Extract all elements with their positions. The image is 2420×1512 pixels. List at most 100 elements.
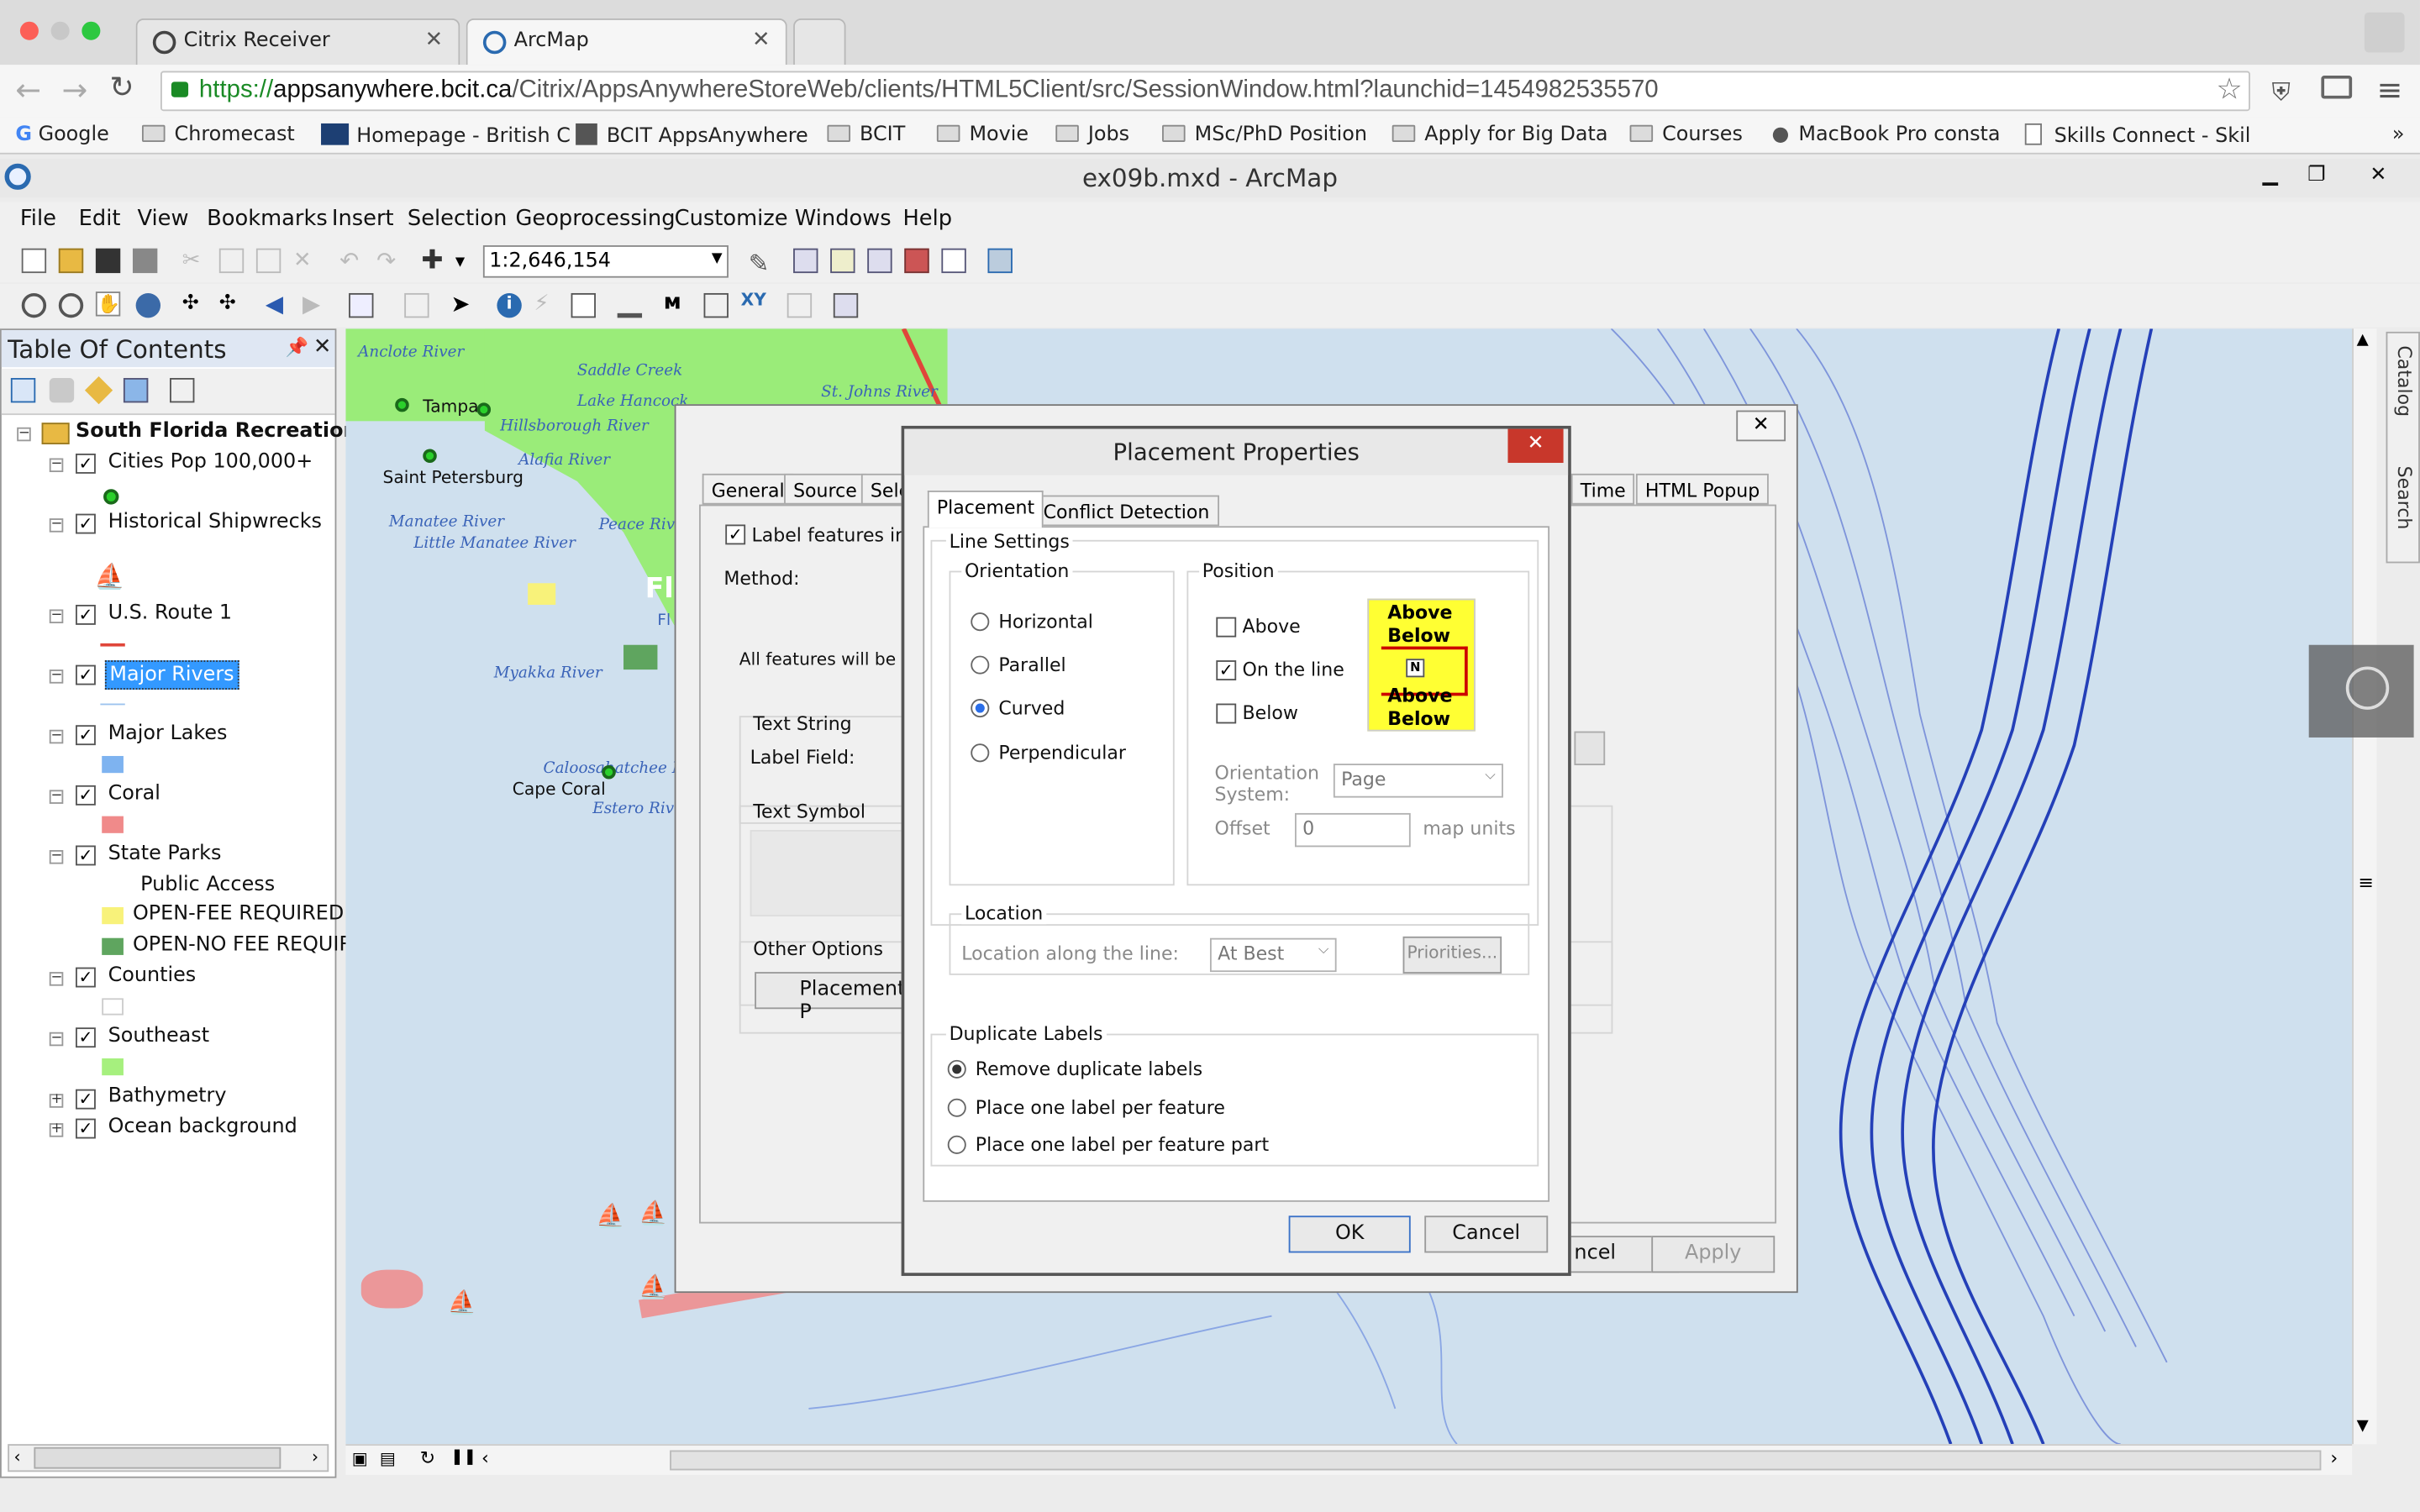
- menu-selection[interactable]: Selection: [408, 207, 508, 231]
- delete-icon[interactable]: ✕: [293, 249, 318, 273]
- one-per-part-radio[interactable]: [947, 1135, 966, 1154]
- add-data-icon[interactable]: ✚: [421, 245, 445, 276]
- pin-icon[interactable]: 📌: [286, 336, 308, 358]
- collapse-icon[interactable]: −: [49, 609, 64, 624]
- forward-extent-icon[interactable]: ▶: [302, 290, 327, 318]
- bookmark-star-icon[interactable]: ☆: [2216, 72, 2242, 108]
- layer-parks[interactable]: State Parks: [108, 843, 222, 866]
- select-features-icon[interactable]: [349, 292, 374, 318]
- menu-insert[interactable]: Insert: [332, 207, 394, 231]
- collapse-icon[interactable]: −: [49, 458, 64, 473]
- tab-source[interactable]: Source: [784, 473, 866, 505]
- map-vertical-scrollbar[interactable]: ▲ ≡ ▼: [2352, 328, 2377, 1445]
- refresh-icon[interactable]: ↻: [420, 1447, 435, 1469]
- layer-visibility-checkbox[interactable]: ✓: [75, 1089, 96, 1110]
- bookmark-skills-connect[interactable]: Skills Connect - Skil: [2024, 123, 2250, 148]
- scroll-thumb[interactable]: [670, 1450, 2322, 1471]
- layer-route[interactable]: U.S. Route 1: [108, 601, 233, 625]
- close-toc-icon[interactable]: ✕: [313, 335, 332, 360]
- bookmark-appsanywhere[interactable]: BCIT AppsAnywhere: [576, 123, 808, 148]
- layer-visibility-checkbox[interactable]: ✓: [75, 453, 96, 474]
- layer-ocean[interactable]: Ocean background: [108, 1116, 297, 1139]
- layer-cities[interactable]: Cities Pop 100,000+: [108, 450, 313, 474]
- scroll-left-icon[interactable]: ‹: [481, 1447, 489, 1469]
- tab-time[interactable]: Time: [1570, 473, 1635, 505]
- identify-icon[interactable]: i: [497, 292, 522, 318]
- one-per-feature-radio[interactable]: [947, 1098, 966, 1117]
- list-by-selection-icon[interactable]: [123, 377, 149, 403]
- layer-visibility-checkbox[interactable]: ✓: [75, 967, 96, 988]
- offset-input[interactable]: 0: [1294, 812, 1411, 848]
- tab-arcmap[interactable]: ArcMap ✕: [466, 18, 787, 66]
- position-below-checkbox[interactable]: [1216, 703, 1237, 724]
- print-icon[interactable]: [132, 248, 158, 274]
- menu-help[interactable]: Help: [902, 207, 952, 231]
- time-slider-icon[interactable]: [786, 292, 813, 318]
- address-bar[interactable]: https://appsanywhere.bcit.ca/Citrix/Apps…: [160, 71, 2250, 112]
- clear-selection-icon[interactable]: [404, 292, 429, 318]
- collapse-icon[interactable]: −: [49, 849, 64, 864]
- undo-icon[interactable]: ↶: [339, 247, 364, 275]
- tab-citrix-receiver[interactable]: Citrix Receiver ✕: [135, 18, 460, 66]
- layer-visibility-checkbox[interactable]: ✓: [75, 785, 96, 806]
- bookmark-big-data[interactable]: Apply for Big Data: [1392, 123, 1607, 146]
- back-extent-icon[interactable]: ◀: [266, 290, 290, 318]
- layer-visibility-checkbox[interactable]: ✓: [75, 604, 96, 625]
- close-button[interactable]: ✕: [2358, 164, 2398, 192]
- bookmark-movie[interactable]: Movie: [936, 123, 1028, 146]
- catalog-tab[interactable]: Catalog: [2394, 345, 2416, 417]
- hyperlink-icon[interactable]: ⚡: [534, 291, 558, 316]
- list-by-drawing-order-icon[interactable]: [10, 377, 36, 403]
- paste-icon[interactable]: [255, 248, 281, 274]
- tab-conflict-detection[interactable]: Conflict Detection: [1034, 495, 1219, 527]
- fixed-zoom-in-icon[interactable]: ✣: [182, 291, 207, 316]
- placement-properties-button[interactable]: Placement P: [755, 972, 909, 1025]
- table-icon[interactable]: [793, 248, 818, 274]
- label-features-checkbox[interactable]: ✓: [725, 524, 746, 545]
- tab-html-popup[interactable]: HTML Popup: [1635, 473, 1770, 505]
- orientation-system-select[interactable]: Page ⌵: [1333, 764, 1503, 798]
- close-window-button[interactable]: [19, 21, 39, 40]
- scale-dropdown[interactable]: 1:2,646,154 ▼: [482, 245, 729, 278]
- position-above-checkbox[interactable]: [1216, 617, 1237, 638]
- select-elements-icon[interactable]: ➤: [450, 290, 475, 318]
- find-route-icon[interactable]: [703, 292, 729, 318]
- save-icon[interactable]: [95, 248, 121, 274]
- menu-file[interactable]: File: [20, 207, 56, 231]
- apply-button[interactable]: Apply: [1651, 1236, 1776, 1273]
- forward-icon[interactable]: →: [61, 71, 87, 108]
- layer-visibility-checkbox[interactable]: ✓: [75, 845, 96, 866]
- menu-windows[interactable]: Windows: [795, 207, 892, 231]
- expand-icon[interactable]: +: [49, 1122, 64, 1137]
- collapse-icon[interactable]: −: [49, 517, 64, 533]
- fixed-zoom-out-icon[interactable]: ✣: [219, 291, 244, 316]
- new-document-icon[interactable]: [21, 248, 47, 274]
- layer-visibility-checkbox[interactable]: ✓: [75, 513, 96, 534]
- data-view-icon[interactable]: ▣: [352, 1449, 368, 1469]
- minimize-button[interactable]: ▁: [2250, 164, 2291, 192]
- extension-icon[interactable]: ⛨: [2272, 77, 2291, 108]
- ok-button[interactable]: OK: [1288, 1215, 1411, 1253]
- zoom-in-icon[interactable]: [21, 292, 47, 318]
- scroll-up-icon[interactable]: ▲: [2357, 332, 2369, 349]
- menu-view[interactable]: View: [137, 207, 188, 231]
- close-tab-icon[interactable]: ✕: [752, 28, 771, 52]
- collapse-icon[interactable]: −: [49, 789, 64, 804]
- zoom-window-button[interactable]: [82, 21, 101, 40]
- python-window-icon[interactable]: [941, 248, 966, 274]
- layer-lakes[interactable]: Major Lakes: [108, 722, 228, 746]
- menu-edit[interactable]: Edit: [79, 207, 121, 231]
- editor-icon[interactable]: ✎: [749, 249, 773, 278]
- close-tab-icon[interactable]: ✕: [425, 28, 444, 52]
- bookmark-macbook[interactable]: ● MacBook Pro consta: [1772, 123, 2001, 147]
- data-frame-name[interactable]: South Florida Recreation: [76, 420, 358, 444]
- bookmark-bcit[interactable]: BCIT: [827, 123, 905, 146]
- list-by-visibility-icon[interactable]: [84, 376, 113, 405]
- close-button[interactable]: ✕: [1736, 410, 1786, 442]
- collapse-icon[interactable]: −: [17, 427, 31, 442]
- restore-button[interactable]: ❐: [2296, 164, 2337, 192]
- bookmark-chromecast[interactable]: Chromecast: [141, 123, 295, 146]
- scroll-thumb[interactable]: [34, 1446, 281, 1469]
- collapse-icon[interactable]: −: [49, 971, 64, 986]
- model-builder-icon[interactable]: [987, 248, 1013, 274]
